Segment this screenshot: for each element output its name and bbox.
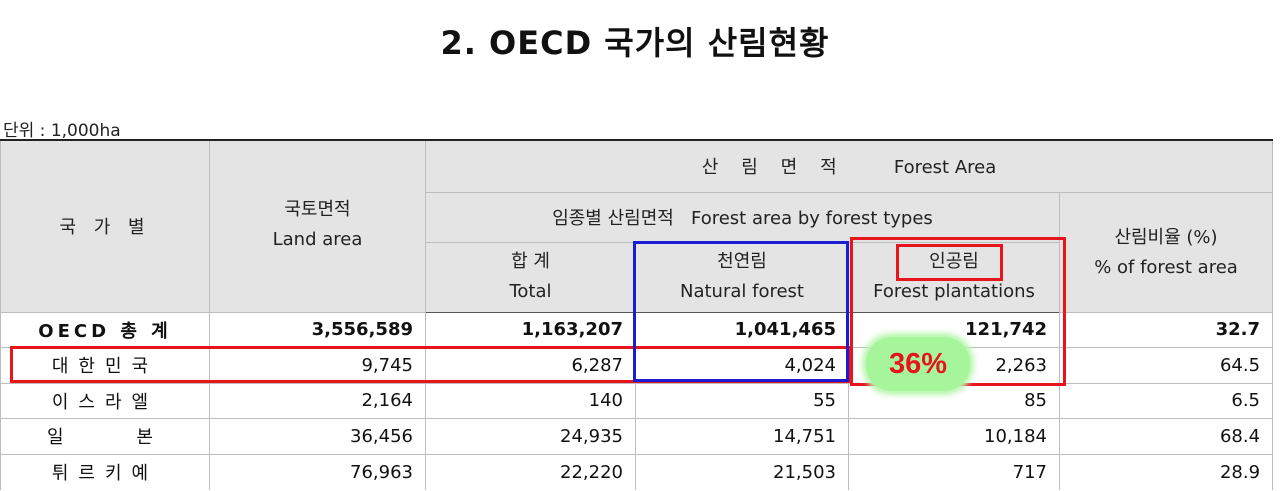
row-ratio: 68.4 [1058,417,1274,455]
row-ratio: 28.9 [1058,453,1274,490]
row-total: 140 [425,382,636,419]
header-row-1: 국 가 별 국토면적 Land area 산 림 면 적 Forest Area [0,139,1274,313]
header-ratio-en: % of forest area [1094,256,1238,278]
header-country: 국 가 별 [0,139,210,313]
header-land-en: Land area [272,229,363,250]
row-land: 36,456 [209,417,426,455]
row-total: 24,935 [425,417,636,455]
row-ratio: 64.5 [1058,346,1274,384]
header-land-ko: 국토면적 [284,199,351,220]
row-country: 일 본 [0,417,210,455]
percentage-badge: 36% [866,337,970,391]
header-total-en: Total [509,281,552,302]
row-natural: 14,751 [635,417,849,455]
plantation-label-highlight [896,244,1003,281]
header-land-area: 국토면적 Land area [209,139,426,313]
header-by-type: 임종별 산림면적 Forest area by forest types [425,191,1060,243]
table-row: 일 본 36,456 24,935 14,751 10,184 68.4 [0,417,1274,455]
header-total: 합 계 Total [425,241,636,313]
header-ratio-ko: 산림비율 (%) [1114,226,1218,248]
row-natural: 21,503 [635,453,849,490]
row-plantation: 717 [848,453,1060,490]
header-total-ko: 합 계 [511,251,550,272]
row-plantation: 10,184 [848,417,1060,455]
row-total: 1,163,207 [425,311,636,348]
row-ratio: 6.5 [1058,382,1274,419]
header-forest-area: 산 림 면 적 Forest Area [424,139,1274,193]
row-ratio: 32.7 [1058,311,1274,348]
row-natural: 55 [635,382,849,419]
unit-label: 단위 : 1,000ha [3,121,121,141]
row-land: 3,556,589 [209,311,426,348]
header-ratio: 산림비율 (%) % of forest area [1058,191,1274,313]
natural-forest-highlight [633,241,849,382]
row-country: 이스라엘 [0,382,210,419]
table-row: 이스라엘 2,164 140 55 85 6.5 [0,382,1274,419]
table-row: 튀르키예 76,963 22,220 21,503 717 28.9 [0,453,1274,490]
page-title: 2. OECD 국가의 산림현황 [440,24,830,62]
row-land: 2,164 [209,382,426,419]
row-land: 76,963 [209,453,426,490]
row-country: OECD 총 계 [0,311,210,348]
row-country: 튀르키예 [0,453,210,490]
row-total: 22,220 [425,453,636,490]
